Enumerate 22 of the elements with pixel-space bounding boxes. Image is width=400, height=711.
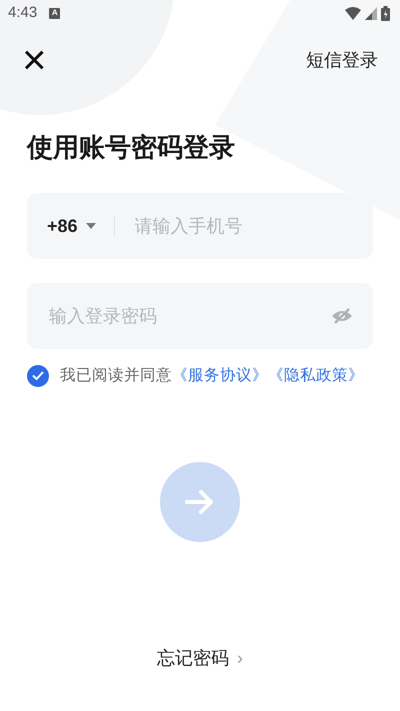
forgot-password-link[interactable]: 忘记密码 ›: [151, 644, 249, 674]
battery-icon: [381, 6, 390, 20]
password-field[interactable]: 输入登录密码: [27, 283, 373, 349]
wifi-icon: [345, 6, 361, 20]
close-button[interactable]: ×: [18, 39, 51, 81]
sms-login-link[interactable]: 短信登录: [306, 46, 378, 74]
country-code-selector[interactable]: +86: [47, 212, 96, 240]
policy-link[interactable]: 《服务协议》: [172, 364, 268, 388]
phone-number-input[interactable]: 请输入手机号: [132, 212, 353, 240]
arrow-right-icon: [184, 489, 216, 516]
page-title: 使用账号密码登录: [27, 131, 236, 164]
phone-field[interactable]: +86 请输入手机号: [27, 193, 373, 259]
checkmark-icon: [32, 371, 44, 380]
dropdown-caret-icon: [86, 223, 96, 229]
status-time: 4:43: [8, 2, 38, 23]
agreement-checkbox[interactable]: [27, 364, 49, 387]
signal-icon: [365, 6, 377, 20]
hidden-eye-icon[interactable]: [331, 308, 353, 324]
policy-link[interactable]: 《隐私政策》: [268, 364, 364, 388]
agreement-text: 我已阅读并同意: [60, 366, 172, 386]
password-input[interactable]: 输入登录密码: [47, 302, 331, 330]
notification-icon: A: [49, 8, 60, 18]
